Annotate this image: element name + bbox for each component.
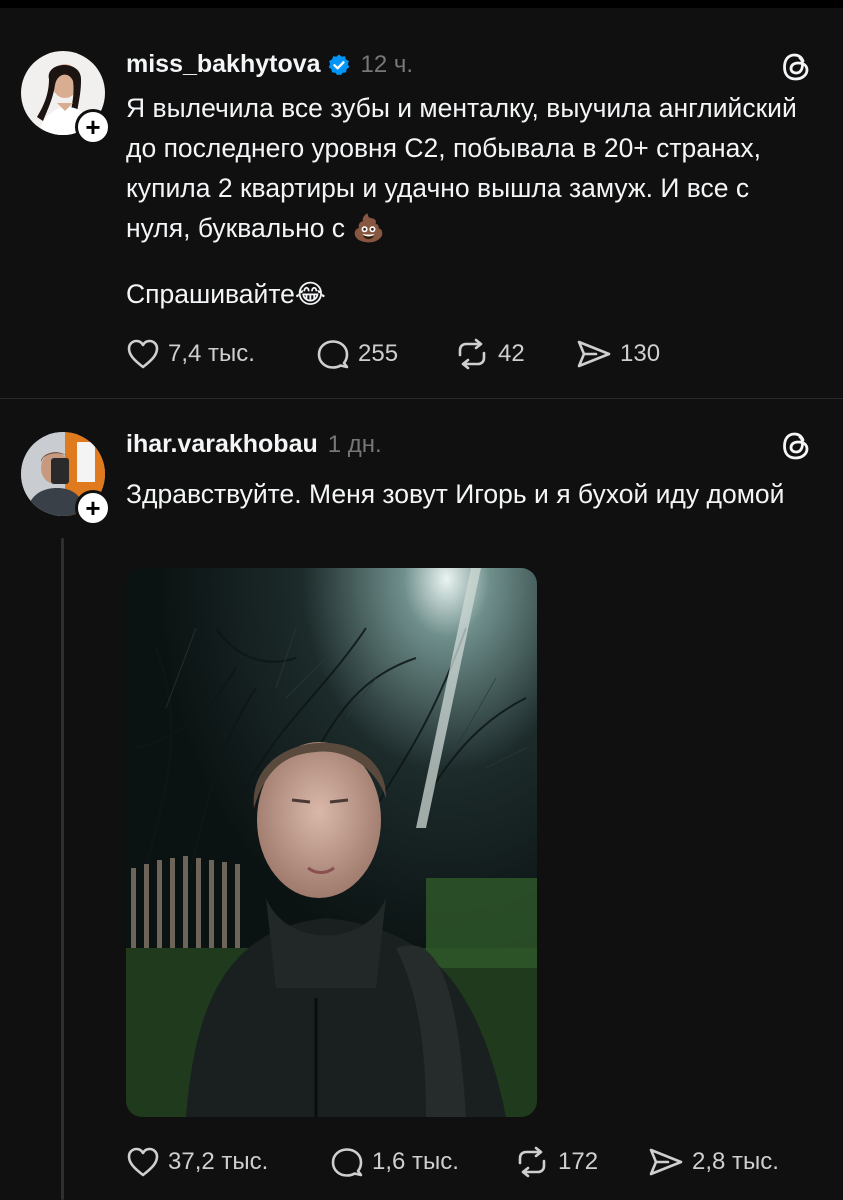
thread-line bbox=[61, 538, 64, 1200]
follow-plus-icon[interactable]: + bbox=[75, 490, 111, 526]
comment-count: 1,6 тыс. bbox=[372, 1148, 459, 1175]
share-count: 2,8 тыс. bbox=[692, 1148, 779, 1175]
like-count: 37,2 тыс. bbox=[168, 1148, 269, 1175]
repost-icon bbox=[518, 1146, 546, 1178]
like-button[interactable]: 37,2 тыс. bbox=[126, 1146, 330, 1178]
share-button[interactable]: 2,8 тыс. bbox=[648, 1146, 779, 1178]
threads-logo-icon[interactable] bbox=[779, 429, 813, 463]
comment-button[interactable]: 1,6 тыс. bbox=[330, 1146, 514, 1178]
repost-button[interactable]: 172 bbox=[514, 1146, 648, 1178]
comment-bubble-icon bbox=[331, 1148, 363, 1177]
send-icon bbox=[649, 1148, 683, 1176]
post-2: + ihar.varakhobau 1 дн. Здравствуйте. Ме… bbox=[0, 0, 843, 1200]
repost-count: 172 bbox=[558, 1148, 599, 1175]
post-time: 1 дн. bbox=[327, 430, 382, 458]
heart-icon bbox=[127, 1147, 159, 1177]
post-text: Здравствуйте. Меня зовут Игорь и я бухой… bbox=[126, 479, 785, 509]
post-photo[interactable] bbox=[126, 568, 537, 1117]
username[interactable]: ihar.varakhobau bbox=[126, 430, 318, 459]
